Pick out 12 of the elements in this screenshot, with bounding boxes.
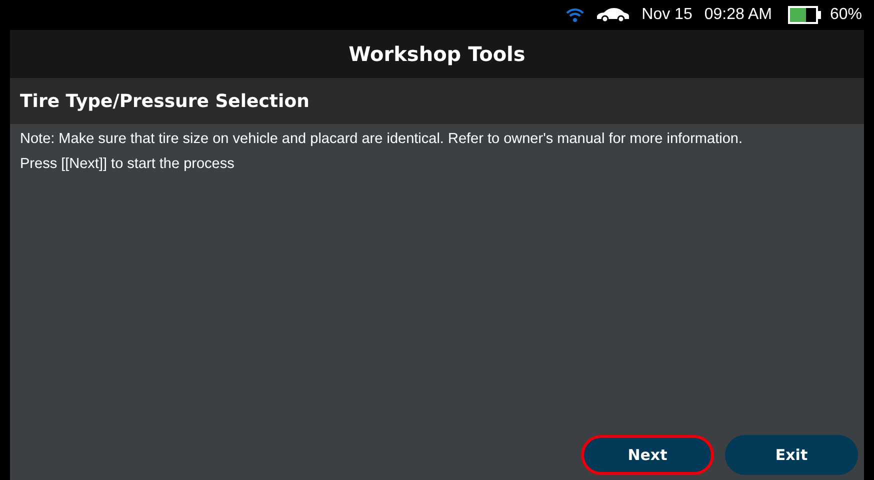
time-text: 09:28 AM [704,6,772,24]
message-text: Press [[Next]] to start the process [20,155,236,174]
section-title: Tire Type/Pressure Selection [20,90,310,112]
action-button[interactable]: Exit [725,435,858,475]
action-button[interactable]: Next [581,435,714,475]
window-title: Workshop Tools [348,42,526,66]
battery-percent: 60% [830,6,862,24]
wifi-icon [566,7,584,23]
date-text: Nov 15 [642,6,692,24]
message-text: Note: Make sure that tire size on vehicle and placard are identical. Refer to owner's manual for more information. [20,130,744,149]
car-icon [596,7,630,23]
battery-icon [788,6,818,24]
